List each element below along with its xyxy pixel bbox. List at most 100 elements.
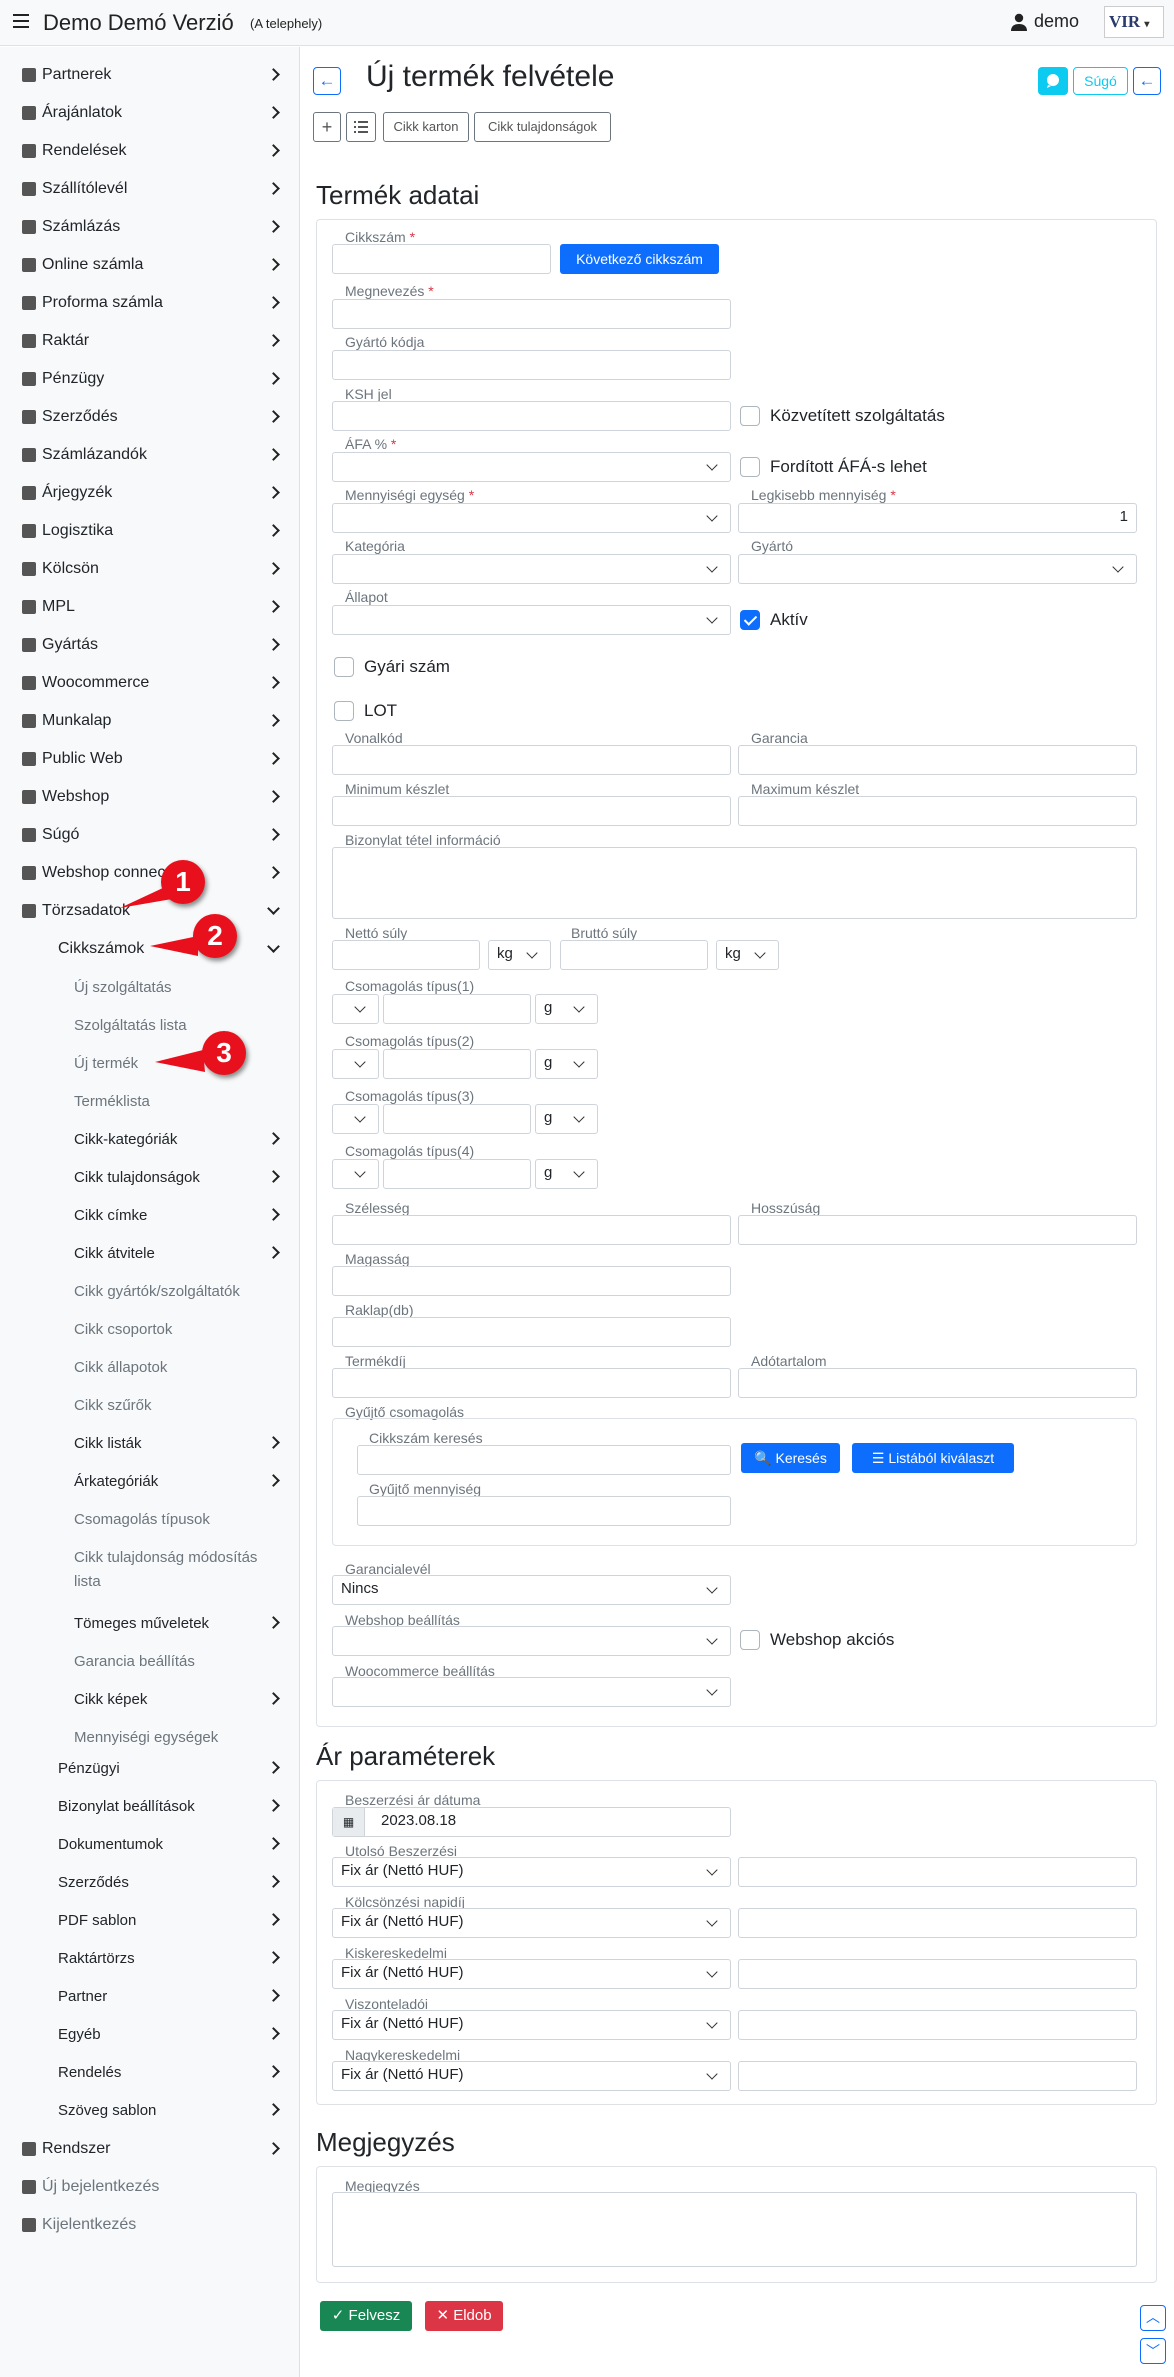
tax-content-input[interactable]: [738, 1368, 1137, 1398]
sidebar-item[interactable]: Kijelentkezés: [22, 2210, 136, 2240]
packaging-unit-select[interactable]: g: [535, 1104, 598, 1134]
company-logo[interactable]: VIR ▾: [1104, 6, 1164, 38]
sidebar-subitem[interactable]: Rendelés: [58, 2057, 121, 2087]
sidebar-item[interactable]: Online számla: [22, 250, 143, 280]
collective-quantity-input[interactable]: [357, 1496, 731, 1526]
sidebar-subitem[interactable]: Cikk állapotok: [74, 1352, 167, 1382]
packaging-type-select[interactable]: [332, 1049, 379, 1079]
sidebar-item[interactable]: Munkalap: [22, 706, 111, 736]
cikk-tulajdonsagok-button[interactable]: Cikk tulajdonságok: [474, 112, 611, 142]
sidebar-subitem[interactable]: Pénzügyi: [58, 1753, 120, 1783]
packaging-quantity-input[interactable]: [383, 1104, 531, 1134]
packaging-unit-select[interactable]: g: [535, 1049, 598, 1079]
user-name[interactable]: demo: [1034, 11, 1079, 32]
vat-select[interactable]: [332, 452, 731, 482]
discard-button[interactable]: ✕ Eldob: [425, 2301, 503, 2331]
sidebar-subitem[interactable]: Cikk-kategóriák: [74, 1124, 177, 1154]
packaging-type-select[interactable]: [332, 1104, 379, 1134]
sidebar-subitem[interactable]: Raktártörzs: [58, 1943, 135, 1973]
price-value-input[interactable]: [738, 1959, 1137, 1989]
sidebar-item[interactable]: Súgó: [22, 820, 79, 850]
price-type-select[interactable]: Fix ár (Nettó HUF): [332, 1857, 731, 1887]
price-type-select[interactable]: Fix ár (Nettó HUF): [332, 2061, 731, 2091]
sidebar-item[interactable]: MPL: [22, 592, 75, 622]
sidebar-subitem[interactable]: Bizonylat beállítások: [58, 1791, 195, 1821]
sidebar-item[interactable]: Partnerek: [22, 60, 111, 90]
sidebar-item[interactable]: Webshop connector: [22, 858, 184, 888]
sidebar-item[interactable]: Kölcsön: [22, 554, 99, 584]
sidebar-subitem[interactable]: Cikk listák: [74, 1428, 142, 1458]
min-stock-input[interactable]: [332, 796, 731, 826]
add-button[interactable]: +: [313, 112, 341, 142]
status-select[interactable]: [332, 605, 731, 635]
packaging-type-select[interactable]: [332, 1159, 379, 1189]
price-type-select[interactable]: Fix ár (Nettó HUF): [332, 1959, 731, 1989]
sidebar-item[interactable]: Szállítólevél: [22, 174, 127, 204]
sidebar-item[interactable]: Logisztika: [22, 516, 113, 546]
sidebar-item[interactable]: Törzsadatok: [22, 896, 130, 926]
mediated-service-checkbox[interactable]: [740, 406, 760, 426]
sidebar-subitem[interactable]: Garancia beállítás: [74, 1646, 195, 1676]
scroll-down-button[interactable]: ﹀: [1140, 2338, 1166, 2364]
hamburger-menu-icon[interactable]: [13, 14, 29, 28]
search-button[interactable]: 🔍 Keresés: [741, 1443, 840, 1473]
next-sku-button[interactable]: Következő cikkszám: [560, 244, 719, 274]
reverse-vat-checkbox[interactable]: [740, 457, 760, 477]
lot-checkbox[interactable]: [334, 701, 354, 721]
unit-select[interactable]: [332, 503, 731, 533]
sidebar-subitem[interactable]: Cikk tulajdonság módosítás: [74, 1542, 257, 1572]
barcode-input[interactable]: [332, 745, 731, 775]
price-value-input[interactable]: [738, 1857, 1137, 1887]
calendar-icon[interactable]: ▦: [333, 1808, 365, 1836]
sidebar-item[interactable]: Pénzügy: [22, 364, 104, 394]
warranty-input[interactable]: [738, 745, 1137, 775]
select-from-list-button[interactable]: ☰ Listából kiválaszt: [852, 1443, 1014, 1473]
sidebar-item-cikkszamok[interactable]: Cikkszámok: [58, 934, 144, 964]
list-button[interactable]: [346, 112, 376, 142]
sidebar-subitem[interactable]: Új termék: [74, 1048, 138, 1078]
sidebar-subitem[interactable]: Árkategóriák: [74, 1466, 158, 1496]
packaging-type-select[interactable]: [332, 994, 379, 1024]
sidebar-item[interactable]: Szerződés: [22, 402, 118, 432]
height-input[interactable]: [332, 1266, 731, 1296]
help-button[interactable]: Súgó: [1073, 67, 1128, 95]
sidebar-subitem[interactable]: Csomagolás típusok: [74, 1504, 210, 1534]
sidebar-subitem[interactable]: Szolgáltatás lista: [74, 1010, 187, 1040]
sidebar-item[interactable]: Woocommerce: [22, 668, 149, 698]
price-value-input[interactable]: [738, 2061, 1137, 2091]
sidebar-item[interactable]: Rendelések: [22, 136, 127, 166]
sidebar-item[interactable]: Proforma számla: [22, 288, 163, 318]
gross-weight-input[interactable]: [560, 940, 708, 970]
user-icon[interactable]: [1011, 13, 1027, 31]
sidebar-subitem[interactable]: Egyéb: [58, 2019, 101, 2049]
back-button[interactable]: ←: [313, 67, 341, 95]
sidebar-subitem[interactable]: Cikk tulajdonságok: [74, 1162, 200, 1192]
packaging-quantity-input[interactable]: [383, 1049, 531, 1079]
sidebar-subitem[interactable]: Cikk címke: [74, 1200, 147, 1230]
sidebar-subitem[interactable]: Mennyiségi egységek: [74, 1722, 218, 1752]
sku-search-input[interactable]: [357, 1445, 731, 1475]
price-type-select[interactable]: Fix ár (Nettó HUF): [332, 1908, 731, 1938]
sidebar-subitem[interactable]: Cikk csoportok: [74, 1314, 172, 1344]
category-select[interactable]: [332, 554, 731, 584]
collapse-button[interactable]: ←: [1133, 67, 1161, 95]
packaging-unit-select[interactable]: g: [535, 994, 598, 1024]
width-input[interactable]: [332, 1215, 731, 1245]
sidebar-subitem[interactable]: Terméklista: [74, 1086, 150, 1116]
packaging-unit-select[interactable]: g: [535, 1159, 598, 1189]
sidebar-item[interactable]: Árajánlatok: [22, 98, 122, 128]
active-checkbox[interactable]: [740, 610, 760, 630]
sidebar-subitem[interactable]: Cikk gyártók/szolgáltatók: [74, 1276, 240, 1306]
sidebar-subitem[interactable]: lista: [74, 1566, 101, 1596]
net-weight-unit-select[interactable]: kg: [488, 940, 551, 970]
pallet-input[interactable]: [332, 1317, 731, 1347]
serial-number-checkbox[interactable]: [334, 657, 354, 677]
webshop-settings-select[interactable]: [332, 1626, 731, 1656]
price-value-input[interactable]: [738, 1908, 1137, 1938]
warranty-letter-select[interactable]: Nincs: [332, 1575, 731, 1605]
sidebar-item[interactable]: Új bejelentkezés: [22, 2172, 159, 2202]
sidebar-item[interactable]: Raktár: [22, 326, 89, 356]
length-input[interactable]: [738, 1215, 1137, 1245]
sidebar-subitem[interactable]: Dokumentumok: [58, 1829, 163, 1859]
product-fee-input[interactable]: [332, 1368, 731, 1398]
